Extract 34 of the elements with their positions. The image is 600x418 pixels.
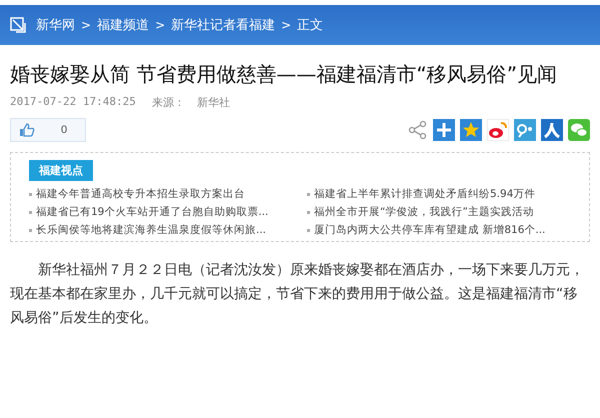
like-button[interactable]: 0 [10,118,86,142]
news-link[interactable]: 福州全市开展“学俊波，我践行”主题实践活动 [314,205,534,219]
breadcrumb-separator: > [281,18,292,32]
thumbs-up-icon [19,123,35,137]
source-name: 新华社 [196,95,230,110]
breadcrumb-separator: > [81,18,92,32]
breadcrumb-link[interactable]: 新华网 [36,16,75,34]
plus-icon[interactable] [433,119,455,141]
bullet-icon [29,192,32,196]
bullet-icon [29,210,32,214]
wechat-icon[interactable] [568,119,590,141]
article-paragraph: 新华社福州７月２２日电（记者沈汝发）原来婚丧嫁娶都在酒店办，一场下来要几万元，现在基本都在家里办，几千元就可以搞定，节省下来的费用用于做公益。这是福建福清市“移风易俗”后发生的变化。 [10,261,585,328]
tencent-weibo-icon[interactable] [514,119,536,141]
publish-time: 2017-07-22 17:48:25 [10,95,136,110]
bullet-icon [29,228,32,232]
logo-icon [10,17,26,33]
news-link[interactable]: 长乐闽侯等地将建滨海养生温泉度假等休闲旅... [36,223,266,237]
news-link[interactable]: 福建今年普通高校专升本招生录取方案出台 [36,187,245,201]
source-label: 来源： [152,95,185,110]
bullet-icon [307,210,310,214]
bullet-icon [307,228,310,232]
section-label: 福建视点 [29,160,93,181]
news-link[interactable]: 厦门岛内两大公共停车库有望建成 新增816个... [314,223,546,237]
renren-icon[interactable] [541,119,563,141]
bullet-icon [307,192,310,196]
breadcrumb-link[interactable]: 新华社记者看福建 [171,16,276,34]
news-link[interactable]: 福建省上半年累计排查调处矛盾纠纷5.94万件 [314,187,536,201]
share-icon[interactable] [408,120,428,140]
article-title: 婚丧嫁娶从简 节省费用做慈善——福建福清市“移风易俗”见闻 [10,61,558,88]
weibo-icon[interactable] [487,119,509,141]
breadcrumb-link[interactable]: 福建频道 [97,16,150,34]
news-link[interactable]: 福建省已有19个火车站开通了台胞自助购取票... [36,205,268,219]
breadcrumb-link[interactable]: 正文 [297,16,324,34]
breadcrumb-separator: > [155,18,166,32]
